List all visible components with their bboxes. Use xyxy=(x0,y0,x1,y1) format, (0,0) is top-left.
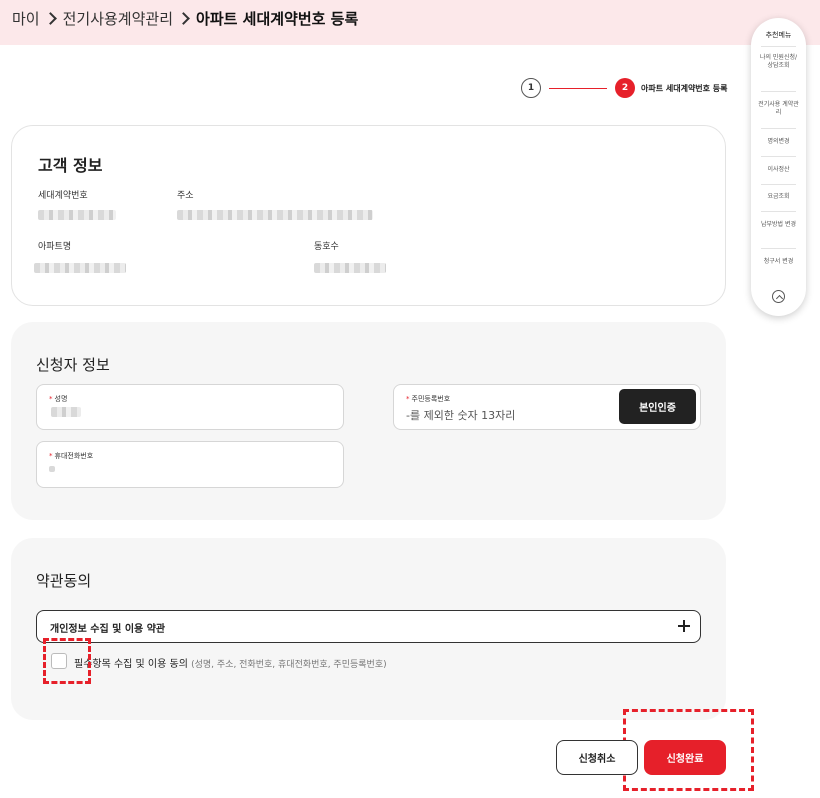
divider xyxy=(761,156,796,157)
step-connector xyxy=(549,87,607,89)
divider xyxy=(761,248,796,249)
stepper: 1 2 아파트 세대계약번호 등록 xyxy=(521,78,728,98)
terms-title: 약관동의 xyxy=(36,572,92,590)
mobile-phone-field[interactable]: * 휴대전화번호 xyxy=(36,441,344,488)
scroll-up-icon[interactable] xyxy=(772,290,785,303)
step-2-indicator: 2 xyxy=(615,78,635,98)
menu-item-complaint[interactable]: 나의 민원신청/ 상담조회 xyxy=(757,54,800,70)
breadcrumb-parent[interactable]: 전기사용계약관리 xyxy=(63,8,173,29)
step-1-indicator: 1 xyxy=(521,78,541,98)
chevron-right-icon xyxy=(43,12,57,25)
checkbox-highlight-box xyxy=(43,638,91,684)
address-value-masked xyxy=(177,210,373,220)
menu-item-contract[interactable]: 전기사용 계약관리 xyxy=(757,101,800,117)
breadcrumb: 마이 전기사용계약관리 아파트 세대계약번호 등록 xyxy=(12,8,358,29)
contract-number-label: 세대계약번호 xyxy=(38,191,88,201)
resident-number-field[interactable]: * 주민등록번호 -를 제외한 숫자 13자리 본인인증 xyxy=(393,384,701,430)
privacy-terms-title: 개인정보 수집 및 이용 약관 xyxy=(50,624,166,635)
applicant-info-panel: 신청자 정보 * 성명 * 주민등록번호 -를 제외한 숫자 13자리 본인인증 *… xyxy=(11,322,726,520)
menu-item-moving[interactable]: 이사정산 xyxy=(757,166,800,174)
agree-label-row[interactable]: 필수항목 수집 및 이용 동의 (성명, 주소, 전화번호, 휴대전화번호, 주… xyxy=(74,655,387,670)
menu-item-payment[interactable]: 납부방법 변경 xyxy=(757,221,800,229)
required-mark: * xyxy=(49,452,53,460)
menu-item-bill-inquiry[interactable]: 요금조회 xyxy=(757,193,800,201)
unit-number-label: 동호수 xyxy=(314,242,339,252)
name-field[interactable]: * 성명 xyxy=(36,384,344,430)
identity-verification-button[interactable]: 본인인증 xyxy=(619,389,696,424)
divider xyxy=(761,91,796,92)
recommended-menu-title: 추천메뉴 xyxy=(765,31,792,39)
contract-number-value-masked xyxy=(38,210,116,220)
apartment-name-value-masked xyxy=(34,263,126,273)
customer-info-title: 고객 정보 xyxy=(38,156,103,175)
step-2-label: 아파트 세대계약번호 등록 xyxy=(641,83,728,93)
resident-number-placeholder: -를 제외한 숫자 13자리 xyxy=(406,409,516,422)
menu-item-invoice[interactable]: 청구서 변경 xyxy=(757,258,800,266)
apartment-name-label: 아파트명 xyxy=(38,242,72,252)
resident-number-label: 주민등록번호 xyxy=(411,395,451,403)
plus-icon[interactable] xyxy=(678,620,690,632)
unit-number-value-masked xyxy=(314,263,386,273)
complete-application-button[interactable]: 신청완료 xyxy=(644,740,726,775)
agree-detail: (성명, 주소, 전화번호, 휴대전화번호, 주민등록번호) xyxy=(191,660,387,670)
required-mark: * xyxy=(49,395,53,403)
page: 마이 전기사용계약관리 아파트 세대계약번호 등록 1 2 아파트 세대계약번호… xyxy=(0,0,820,798)
name-value-masked xyxy=(51,407,81,417)
mobile-phone-value-masked xyxy=(49,466,55,472)
agree-label: 필수항목 수집 및 이용 동의 xyxy=(74,659,188,670)
cancel-application-button[interactable]: 신청취소 xyxy=(556,740,638,775)
applicant-info-title: 신청자 정보 xyxy=(36,356,110,374)
required-mark: * xyxy=(406,395,410,403)
divider xyxy=(761,128,796,129)
address-label: 주소 xyxy=(177,191,194,201)
privacy-terms-accordion[interactable]: 개인정보 수집 및 이용 약관 xyxy=(36,610,701,643)
terms-panel: 약관동의 개인정보 수집 및 이용 약관 필수항목 수집 및 이용 동의 (성명… xyxy=(11,538,726,720)
mobile-phone-label: 휴대전화번호 xyxy=(54,452,94,460)
breadcrumb-bar: 마이 전기사용계약관리 아파트 세대계약번호 등록 xyxy=(0,0,820,45)
divider xyxy=(761,46,796,47)
name-label: 성명 xyxy=(54,395,68,403)
divider xyxy=(761,211,796,212)
breadcrumb-home[interactable]: 마이 xyxy=(12,8,40,29)
menu-item-name-change[interactable]: 명의변경 xyxy=(757,138,800,146)
chevron-right-icon xyxy=(177,12,190,25)
breadcrumb-current: 아파트 세대계약번호 등록 xyxy=(196,10,359,28)
customer-info-card: 고객 정보 세대계약번호 주소 아파트명 동호수 xyxy=(11,125,726,306)
divider xyxy=(761,184,796,185)
recommended-menu: 추천메뉴 나의 민원신청/ 상담조회 전기사용 계약관리 명의변경 이사정산 요… xyxy=(751,18,806,316)
